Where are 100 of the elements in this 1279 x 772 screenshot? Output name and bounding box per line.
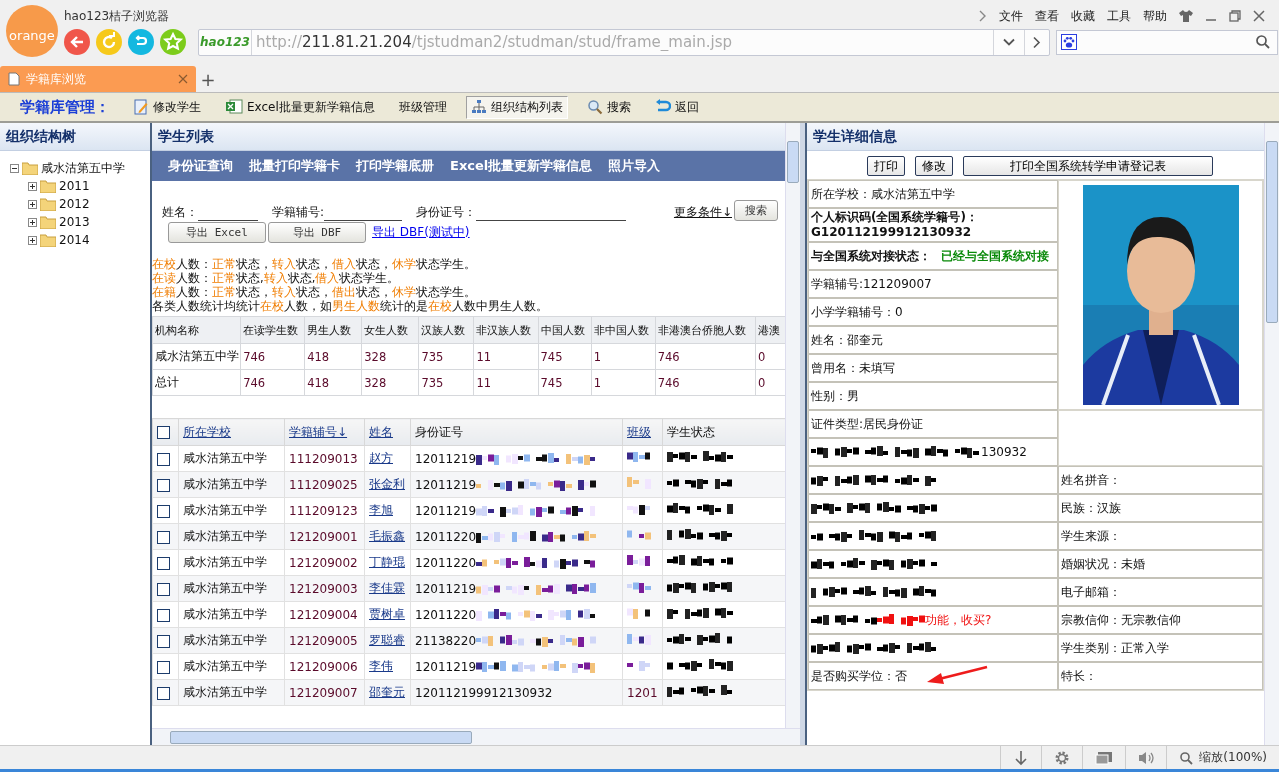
action-link[interactable]: Excel批量更新学籍信息 xyxy=(450,157,593,175)
tree-item[interactable]: 2011 xyxy=(59,179,90,193)
maximize-icon[interactable] xyxy=(1229,10,1241,22)
checkbox[interactable] xyxy=(157,686,170,700)
checkbox[interactable] xyxy=(157,452,170,466)
toggle-icon[interactable] xyxy=(28,217,37,227)
menu-item[interactable]: 收藏 xyxy=(1071,7,1095,25)
table-cell: 111209025 xyxy=(284,471,365,498)
column-header: 学生状态 xyxy=(667,424,715,439)
table-cell: 121209005 xyxy=(284,627,365,654)
id-number: 12011220 xyxy=(415,607,477,622)
toolbar-item[interactable]: 修改学生 xyxy=(128,95,206,119)
export-button[interactable]: 导出 Excel xyxy=(168,222,266,243)
info-text: 婚姻状况：未婚 xyxy=(1061,556,1145,572)
menu-item[interactable]: 文件 xyxy=(999,7,1023,25)
menu-item[interactable]: 查看 xyxy=(1035,7,1059,25)
legend-note: 在校人数：正常状态，转入状态，借入状态，休学状态学生。 xyxy=(152,257,477,271)
checkbox[interactable] xyxy=(157,504,170,518)
folder-icon xyxy=(22,161,38,175)
column-header: 中国人数 xyxy=(538,316,592,344)
toolbar-item[interactable]: 组织结构列表 xyxy=(465,95,568,119)
checkbox[interactable] xyxy=(157,530,170,544)
chevron-icon[interactable] xyxy=(979,10,987,22)
toggle-icon[interactable] xyxy=(10,163,19,173)
table-cell: 11 xyxy=(473,343,539,370)
search-button[interactable]: 搜索 xyxy=(734,200,778,221)
checkbox[interactable] xyxy=(157,478,170,492)
back-icon[interactable] xyxy=(64,29,90,55)
toggle-icon[interactable] xyxy=(28,199,37,209)
new-tab-button[interactable]: + xyxy=(196,69,220,92)
paw-icon[interactable] xyxy=(1061,34,1077,50)
checkbox[interactable] xyxy=(157,660,170,674)
pixelated-block xyxy=(627,631,651,647)
legend-note: 各类人数统计均统计在校人数，如男生人数统计的是在校人数中男生人数。 xyxy=(152,299,549,313)
more-link[interactable]: 更多条件↓ xyxy=(673,204,732,221)
toolbar-item[interactable]: 搜索 xyxy=(581,95,636,119)
toolbar-item[interactable]: 返回 xyxy=(649,95,704,119)
info-text: 特长： xyxy=(1061,668,1097,684)
tree-item[interactable]: 2014 xyxy=(59,233,90,247)
action-link[interactable]: 批量打印学籍卡 xyxy=(249,157,340,175)
scrollbar[interactable] xyxy=(785,123,800,729)
scrollbar[interactable] xyxy=(152,728,800,745)
table-cell: 1 xyxy=(591,369,656,396)
toolbar-item[interactable]: 班级管理 xyxy=(393,95,452,119)
action-link[interactable]: 打印学籍底册 xyxy=(356,157,434,175)
checkbox[interactable] xyxy=(157,634,170,648)
id-number: 12011220 xyxy=(415,555,477,570)
action-link[interactable]: 照片导入 xyxy=(608,157,661,175)
search-icon[interactable] xyxy=(1255,34,1271,50)
toggle-icon[interactable] xyxy=(28,235,37,245)
folder-icon xyxy=(40,179,56,193)
folder-icon xyxy=(40,233,56,247)
table-cell: 746 xyxy=(655,343,756,370)
info-text: 学生类别：正常入学 xyxy=(1061,640,1169,656)
table-cell: 111209013 xyxy=(284,445,365,472)
download-icon[interactable] xyxy=(1013,749,1030,766)
legend-note: 在籍人数：正常状态，转入状态，借出状态，休学状态学生。 xyxy=(152,285,477,299)
detail-button[interactable]: 修改 xyxy=(915,156,953,176)
column-header: 港澳 xyxy=(755,316,786,344)
zoom-control[interactable]: 缩放(100%) xyxy=(1166,746,1279,769)
tree-item[interactable]: 2013 xyxy=(59,215,90,229)
search-icon xyxy=(586,99,603,115)
checkbox[interactable] xyxy=(157,582,170,596)
table-cell: 745 xyxy=(538,369,592,396)
address-bar[interactable]: hao123 http://211.81.21.204/tjstudman2/studman/stud/frame_main.jsp xyxy=(198,28,1050,56)
table-cell: 咸水沽第五中学 xyxy=(178,523,285,550)
action-link[interactable]: 身份证查询 xyxy=(168,157,233,175)
tree-item[interactable]: 咸水沽第五中学 xyxy=(41,159,125,177)
table-cell: 咸水沽第五中学 xyxy=(152,343,241,370)
shirt-icon[interactable] xyxy=(1179,10,1193,22)
toolbar-item[interactable]: Excel批量更新学籍信息 xyxy=(220,95,380,119)
pixelated-block xyxy=(877,612,925,628)
close-icon[interactable] xyxy=(1253,10,1265,22)
table-cell: 328 xyxy=(361,343,419,370)
tree-item[interactable]: 2012 xyxy=(59,197,90,211)
menu-item[interactable]: 帮助 xyxy=(1143,7,1167,25)
panel-header: 组织结构树 xyxy=(0,123,150,151)
toggle-icon[interactable] xyxy=(28,181,37,191)
field-label: 姓名： xyxy=(162,204,198,221)
scrollbar[interactable] xyxy=(1264,123,1279,745)
settings-icon[interactable] xyxy=(1054,749,1071,766)
search-field[interactable] xyxy=(1056,29,1278,55)
column-header: 在读学生数 xyxy=(240,316,305,344)
close-icon[interactable] xyxy=(178,74,188,84)
checkbox[interactable] xyxy=(157,608,170,622)
menu-item[interactable]: 工具 xyxy=(1107,7,1131,25)
info-text: 所在学校：咸水沽第五中学 xyxy=(811,186,955,202)
table-cell: 111209123 xyxy=(284,497,365,524)
detail-button[interactable]: 打印全国系统转学申请登记表 xyxy=(963,156,1213,176)
table-cell: 咸水沽第五中学 xyxy=(178,653,285,680)
export-link[interactable]: 导出 DBF(测试中) xyxy=(372,224,470,241)
column-header: 女生人数 xyxy=(361,316,419,344)
export-button[interactable]: 导出 DBF xyxy=(268,222,366,243)
checkbox[interactable] xyxy=(157,426,170,439)
speaker-icon[interactable] xyxy=(1138,749,1155,766)
detail-button[interactable]: 打印 xyxy=(867,156,905,176)
table-cell: 121209002 xyxy=(284,549,365,576)
checkbox[interactable] xyxy=(157,556,170,570)
monitor-icon[interactable] xyxy=(1095,749,1114,766)
info-text: 是否购买学位：否 xyxy=(811,668,907,684)
